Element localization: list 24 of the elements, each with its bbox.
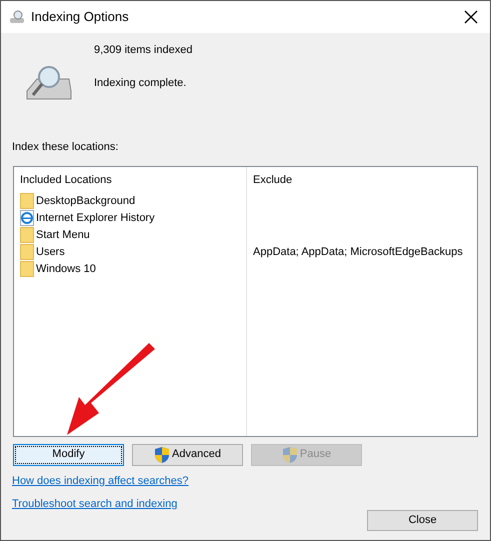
location-cell[interactable]: DesktopBackground bbox=[36, 192, 136, 210]
close-icon[interactable] bbox=[464, 9, 480, 25]
close-button[interactable]: Close bbox=[367, 510, 478, 530]
window-title: Indexing Options bbox=[31, 8, 129, 26]
location-cell[interactable]: Internet Explorer History bbox=[36, 210, 155, 226]
location-cell[interactable]: Windows 10 bbox=[36, 260, 96, 278]
help-link[interactable]: How does indexing affect searches? bbox=[12, 472, 189, 489]
column-header: Included Locations bbox=[20, 172, 113, 188]
dialog-button[interactable]: Advanced bbox=[132, 444, 243, 466]
browser-icon bbox=[20, 210, 34, 226]
column-header: Exclude bbox=[253, 172, 294, 188]
exclude-cell-text: AppData; AppData; MicrosoftEdgeBackups bbox=[253, 244, 463, 260]
magnifier-drive-icon bbox=[9, 9, 25, 25]
locations-label: Index these locations: bbox=[12, 141, 118, 153]
folder-icon bbox=[20, 244, 34, 260]
folder-icon bbox=[20, 193, 34, 209]
help-link[interactable]: Troubleshoot search and indexing bbox=[12, 496, 178, 512]
items-indexed-count: 9,309 items indexed bbox=[94, 43, 192, 58]
indexing-status: Indexing complete. bbox=[94, 76, 188, 90]
folder-icon bbox=[20, 261, 34, 277]
location-cell[interactable]: Start Menu bbox=[36, 226, 90, 244]
location-cell[interactable]: Users bbox=[36, 244, 65, 260]
dialog-button[interactable]: Modify bbox=[13, 444, 124, 466]
folder-icon bbox=[20, 227, 34, 243]
